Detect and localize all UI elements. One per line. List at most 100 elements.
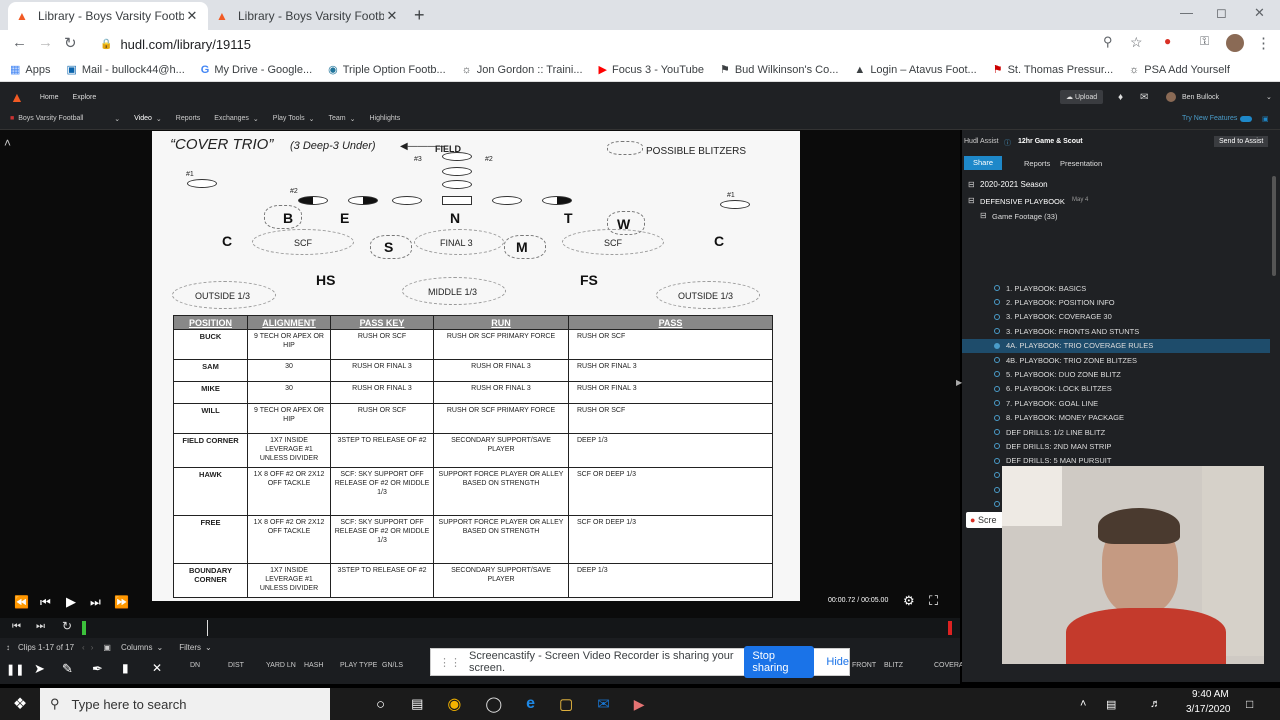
network-icon[interactable]: ▤ [1106,698,1116,711]
playlist-item[interactable]: 7. PLAYBOOK: GOAL LINE [962,396,1270,410]
browser-tab[interactable]: ▲ Library - Boys Varsity Football - H ✕ [8,2,208,30]
playlist-item[interactable]: 3. PLAYBOOK: FRONTS AND STUNTS [962,324,1270,338]
features-toggle[interactable] [1240,115,1252,122]
user-name[interactable]: Ben Bullock [1182,94,1219,101]
selection-circle-icon[interactable] [994,357,1000,363]
pen-icon[interactable]: ✒ [92,661,103,677]
bookmark-triple-option[interactable]: ◉ Triple Option Footb... [328,63,446,77]
file-explorer-icon[interactable]: ▢ [559,695,573,713]
tray-chevron-icon[interactable]: ˄ [1080,698,1086,710]
bookmark-focus3[interactable]: ▶ Focus 3 - YouTube [599,63,704,77]
playlist-item[interactable]: 1. PLAYBOOK: BASICS [962,281,1270,295]
maximize-icon[interactable]: ◻ [1216,5,1227,21]
chrome-icon[interactable]: ◉ [447,694,461,714]
pointer-icon[interactable]: ➤ [34,661,45,677]
filters-button[interactable]: Filters [179,643,201,652]
bookmark-psa[interactable]: ☼ PSA Add Yourself [1129,64,1230,76]
close-tab-icon[interactable]: ✕ [184,8,200,24]
screencastify-extension-icon[interactable]: ● [1164,34,1171,48]
playlist-item[interactable]: 4B. PLAYBOOK: TRIO ZONE BLITZES [962,353,1270,367]
season-label[interactable]: 2020-2021 Season [980,180,1048,189]
play-icon[interactable]: ▶ [66,594,76,610]
selection-circle-icon[interactable] [994,400,1000,407]
playlist-item[interactable]: DEF DRILLS: 1/2 LINE BLITZ [962,425,1270,439]
nav-explore[interactable]: Explore [73,94,97,101]
sort-icon[interactable]: ↕ [6,643,10,652]
tab-share[interactable]: Share [964,156,1002,170]
pencil-icon[interactable]: ✎ [62,661,73,677]
tab-presentation[interactable]: Presentation [1060,159,1102,168]
playlist-item[interactable]: 5. PLAYBOOK: DUO ZONE BLITZ [962,367,1270,381]
playlist-item[interactable]: 4A. PLAYBOOK: TRIO COVERAGE RULES [962,338,1270,353]
profile-avatar[interactable] [1226,34,1244,52]
playlist-item[interactable]: 6. PLAYBOOK: LOCK BLITZES [962,382,1270,396]
chevron-down-icon[interactable]: ⌄ [205,643,212,652]
playlist-item[interactable]: 3. PLAYBOOK: COVERAGE 30 [962,310,1270,324]
windows-start-icon[interactable]: ❖ [0,694,40,714]
playlist-item[interactable]: 2. PLAYBOOK: POSITION INFO [962,295,1270,309]
star-icon[interactable]: ☆ [1130,34,1143,51]
nav-team[interactable]: Team [328,115,345,122]
window-close-icon[interactable]: ✕ [1254,5,1265,21]
nav-play-tools[interactable]: Play Tools [273,115,305,122]
back-icon[interactable]: ← [12,34,27,51]
bookmark-jon-gordon[interactable]: ☼ Jon Gordon :: Traini... [462,64,583,76]
column-header[interactable]: BLITZ [884,662,903,669]
last-clip-icon[interactable]: ⏭ [36,621,45,632]
collapse-icon[interactable]: ⊟ [968,196,975,205]
selection-circle-icon[interactable] [994,414,1000,421]
bookmark-apps[interactable]: ▦ Apps [10,63,50,77]
chevron-down-icon[interactable]: ⌄ [1266,93,1272,101]
video-camera-icon[interactable]: ▮ [122,661,129,675]
nav-home[interactable]: Home [40,94,59,101]
selection-circle-icon[interactable] [994,443,1000,450]
chevron-down-icon[interactable]: ⌄ [114,115,120,123]
first-clip-icon[interactable]: ⏮ [12,621,21,632]
playlist-item[interactable]: DEF DRILLS: 2ND MAN STRIP [962,439,1270,453]
nav-reports[interactable]: Reports [176,115,201,122]
bookmark-drive[interactable]: G My Drive - Google... [201,64,312,76]
notifications-icon[interactable]: ♦ [1118,92,1123,103]
playlist-item[interactable]: 8. PLAYBOOK: MONEY PACKAGE [962,411,1270,425]
messages-icon[interactable]: ✉ [1140,92,1148,103]
notifications-icon[interactable]: □ [1246,697,1253,711]
subfolder-game-footage[interactable]: Game Footage (33) [992,212,1057,221]
column-header[interactable]: GN/LS [382,662,403,669]
collapse-icon[interactable]: ⊟ [980,211,987,220]
column-header[interactable]: DIST [228,662,244,669]
forward-icon[interactable]: → [38,34,53,51]
page-next-icon[interactable]: › [91,643,94,652]
selection-circle-icon[interactable] [994,501,1000,507]
avatar[interactable] [1166,92,1176,102]
previous-clip-icon[interactable]: ⏮ [40,595,51,610]
screencastify-icon[interactable]: ▶ [634,696,645,713]
column-header[interactable]: YARD LN [266,662,296,669]
new-tab-button[interactable]: + [414,5,425,26]
panel-scrollbar[interactable] [1272,176,1276,276]
nav-video[interactable]: Video [134,115,152,122]
next-clip-icon[interactable]: ⏭ [90,595,101,610]
info-icon[interactable]: ⓘ [1004,138,1011,148]
browser-tab[interactable]: ▲ Library - Boys Varsity Football - H ✕ [208,2,408,30]
bookmark-st-thomas[interactable]: ⚑ St. Thomas Pressur... [993,63,1113,77]
mail-icon[interactable]: ✉ [597,695,610,713]
camera-icon[interactable]: ▣ [103,643,111,652]
nav-highlights[interactable]: Highlights [369,115,400,122]
hide-button[interactable]: Hide [826,656,849,668]
column-header[interactable]: DN [190,662,200,669]
tab-reports[interactable]: Reports [1024,159,1050,168]
bookmark-mail[interactable]: ▣ Mail - bullock44@h... [66,63,184,77]
fast-forward-icon[interactable]: ⏩ [114,595,129,609]
selection-circle-icon[interactable] [994,328,1000,335]
bookmark-atavus[interactable]: ▲ Login – Atavus Foot... [854,64,976,76]
close-icon[interactable]: ✕ [152,661,162,675]
close-tab-icon[interactable]: ✕ [384,8,400,24]
selection-circle-icon[interactable] [994,472,1000,479]
page-prev-icon[interactable]: ‹ [82,643,85,652]
clock-time[interactable]: 9:40 AM [1192,689,1229,700]
send-to-assist-button[interactable]: Send to Assist [1214,136,1269,147]
zoom-icon[interactable]: ⚲ [1103,34,1113,50]
drag-handle-icon[interactable]: ⋮⋮ [439,656,461,669]
cortana-icon[interactable]: ○ [376,696,385,713]
clip-timeline[interactable]: ⏮ ⏭ ↻ [0,618,960,638]
